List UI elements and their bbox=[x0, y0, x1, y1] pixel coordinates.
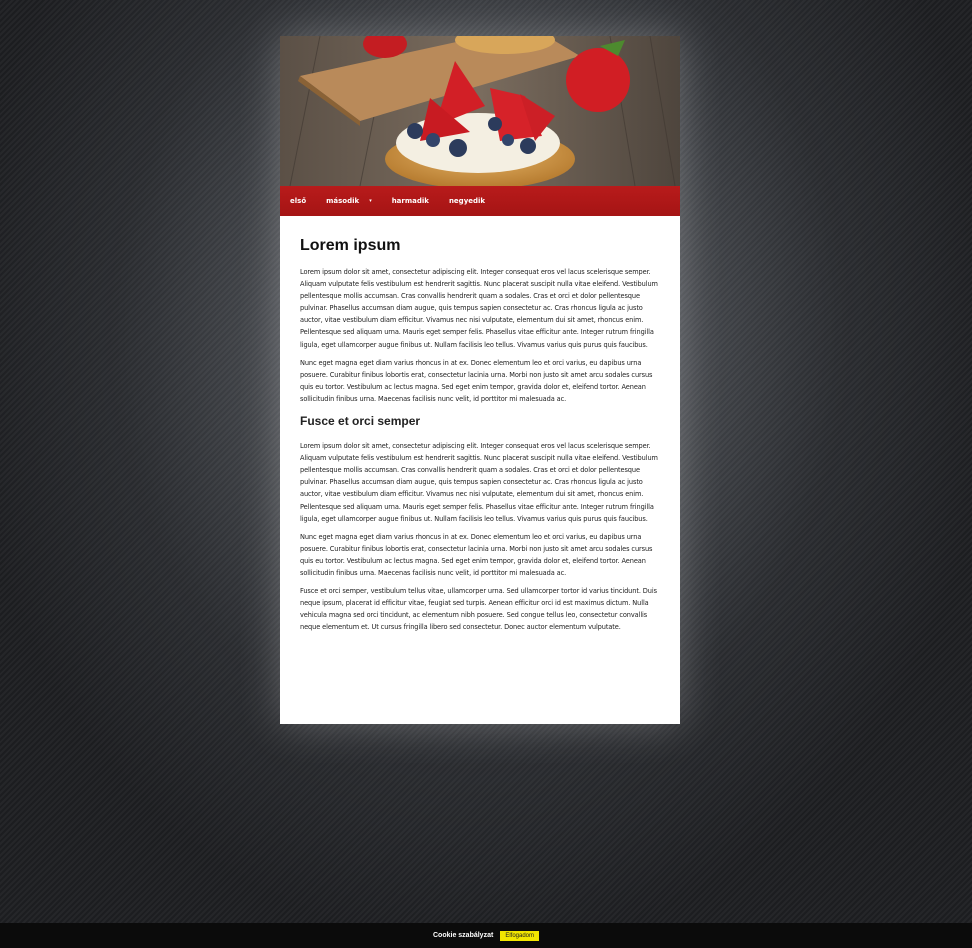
main-navigation: első második ▾ harmadik negyedik bbox=[280, 186, 680, 216]
article-subtitle: Fusce et orci semper bbox=[300, 414, 421, 429]
nav-item-label: negyedik bbox=[448, 197, 486, 205]
strawberry-tart-image bbox=[280, 36, 680, 186]
nav-item-label: harmadik bbox=[391, 197, 429, 205]
article-paragraph: Fusce et orci semper, vestibulum tellus … bbox=[300, 587, 657, 632]
article-paragraph: Lorem ipsum dolor sit amet, consectetur … bbox=[300, 442, 658, 523]
nav-item-elso[interactable]: első bbox=[290, 197, 306, 205]
nav-item-label: első bbox=[290, 197, 307, 205]
nav-item-negyedik[interactable]: negyedik bbox=[449, 197, 485, 205]
article-paragraph: Nunc eget magna eget diam varius rhoncus… bbox=[300, 532, 653, 577]
cookie-bar: Cookie szabályzat Elfogadom bbox=[0, 923, 972, 948]
caret-down-icon: ▾ bbox=[369, 198, 372, 204]
header-image bbox=[280, 36, 680, 186]
cookie-policy-text[interactable]: Cookie szabályzat bbox=[433, 932, 493, 939]
article-title: Lorem ipsum bbox=[300, 237, 401, 254]
nav-item-masodik[interactable]: második ▾ bbox=[326, 197, 372, 205]
article-paragraph: Nunc eget magna eget diam varius rhoncus… bbox=[300, 358, 653, 403]
article-content: Lorem ipsum Lorem ipsum dolor sit amet, … bbox=[280, 216, 680, 633]
article-paragraph: Lorem ipsum dolor sit amet, consectetur … bbox=[300, 268, 658, 349]
cookie-accept-button[interactable]: Elfogadom bbox=[500, 930, 539, 941]
nav-item-label: második bbox=[326, 197, 360, 205]
nav-item-harmadik[interactable]: harmadik bbox=[392, 197, 429, 205]
page-container: első második ▾ harmadik negyedik Lorem i… bbox=[280, 36, 680, 724]
